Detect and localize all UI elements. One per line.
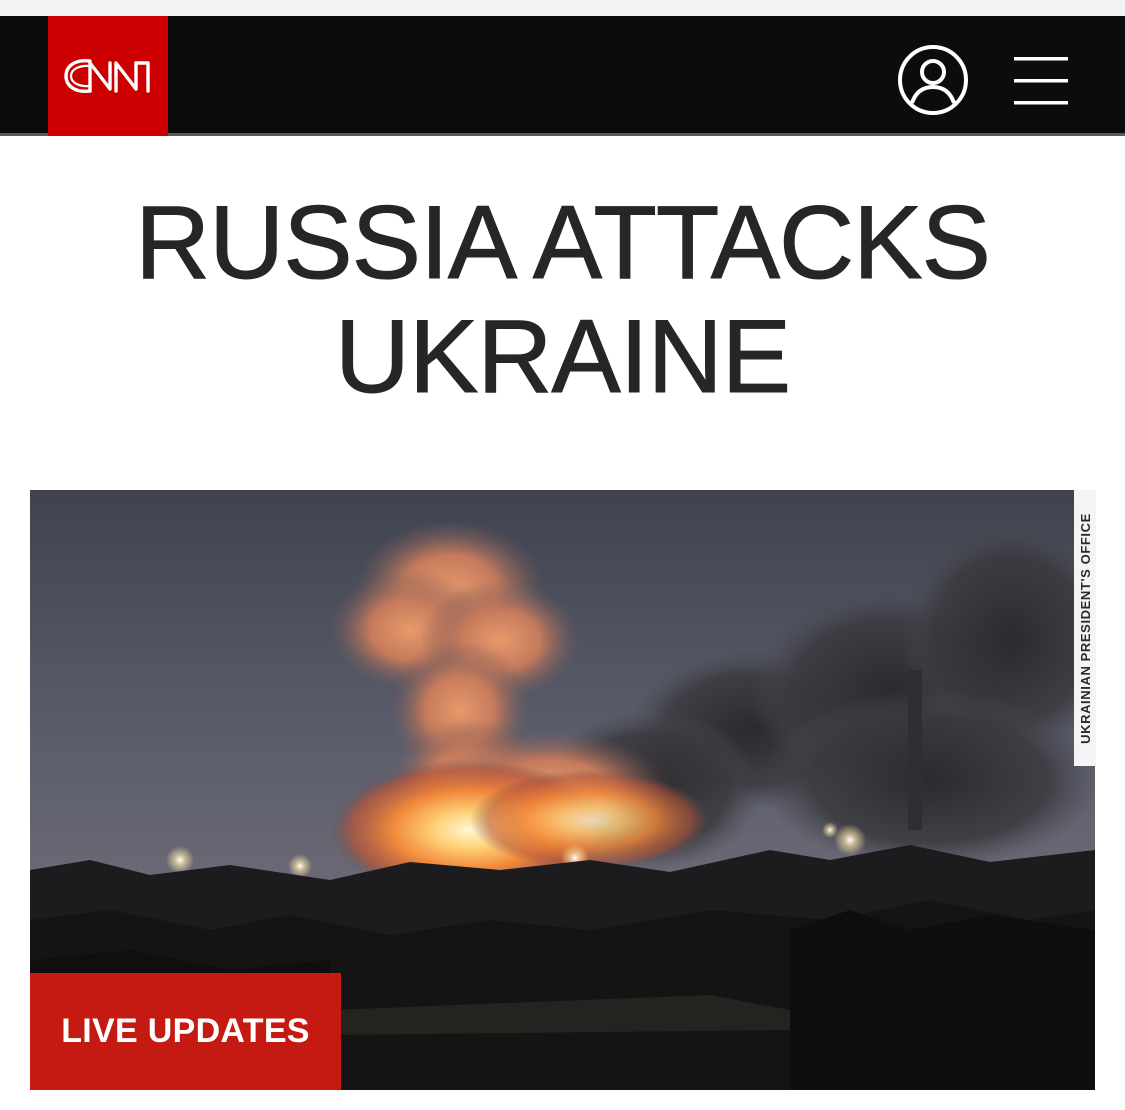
live-updates-label: LIVE UPDATES (61, 1012, 310, 1050)
account-button[interactable] (896, 43, 970, 117)
cnn-logo[interactable] (48, 16, 168, 136)
user-circle-icon (898, 45, 968, 115)
top-navbar (0, 16, 1125, 136)
photo-credit: UKRAINIAN PRESIDENT'S OFFICE (1074, 490, 1096, 766)
status-strip (0, 0, 1125, 16)
page-headline[interactable]: RUSSIA ATTACKS UKRAINE (0, 185, 1125, 415)
photo-credit-text: UKRAINIAN PRESIDENT'S OFFICE (1077, 512, 1093, 744)
cnn-logo-icon (64, 59, 150, 93)
headline-line-2: UKRAINE (334, 299, 791, 415)
live-updates-button[interactable]: LIVE UPDATES (30, 973, 341, 1090)
page: RUSSIA ATTACKS UKRAINE UKRAINIAN PRESIDE… (0, 0, 1125, 1110)
menu-button[interactable] (1014, 48, 1068, 114)
headline-line-1: RUSSIA ATTACKS (135, 185, 992, 301)
hamburger-menu-icon (1014, 57, 1068, 105)
